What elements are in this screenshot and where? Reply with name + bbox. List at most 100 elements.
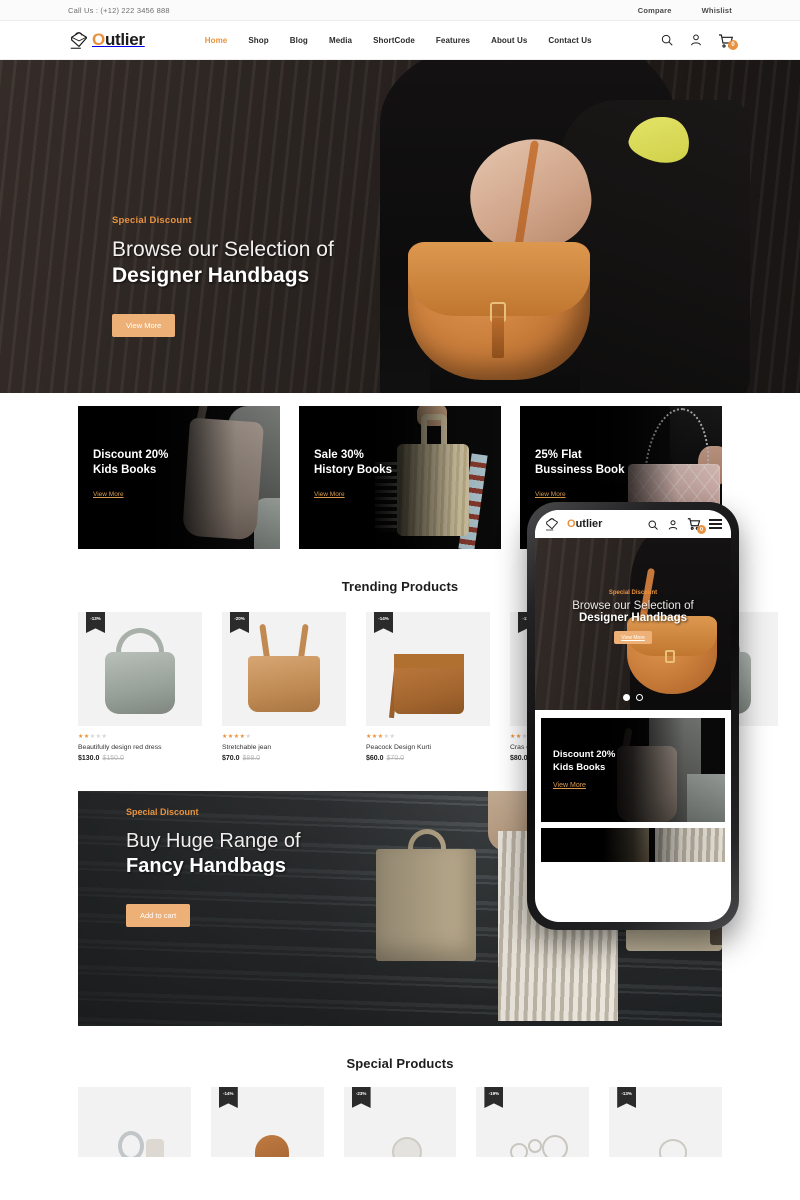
- product-card[interactable]: -13% ★★★★★ Beautifully design red dress …: [78, 612, 202, 762]
- promo-view-more-link[interactable]: View More: [314, 491, 345, 498]
- phone-hero-eyebrow: Special Discount: [608, 590, 658, 596]
- product-card[interactable]: -20% ★★★★★ Stretchable jean $70.0 $88.0: [222, 612, 346, 762]
- nav-item-shop[interactable]: Shop: [248, 36, 268, 45]
- hero-eyebrow: Special Discount: [112, 215, 192, 226]
- nav-item-media[interactable]: Media: [329, 36, 352, 45]
- product-thumbnail[interactable]: -13%: [78, 612, 202, 726]
- phone-screen: Outlier 0 Special Discount Browse our Se…: [535, 510, 731, 922]
- cart-count-badge: 0: [728, 40, 738, 50]
- product-thumbnail[interactable]: -20%: [222, 612, 346, 726]
- promo-title-line1: 25% Flat: [535, 449, 582, 461]
- promo-title-line1: Sale 30%: [314, 449, 364, 461]
- special-products-grid: -14% -23% -19% -13%: [0, 1071, 800, 1157]
- phone-promo-card[interactable]: Discount 20% Kids Books View More: [541, 718, 725, 822]
- phone-hero-line1: Browse our Selection of: [572, 600, 694, 612]
- promo-view-more-link[interactable]: View More: [535, 491, 566, 498]
- product-thumbnail[interactable]: -14%: [366, 612, 490, 726]
- banner-eyebrow: Special Discount: [126, 807, 199, 817]
- header-icon-group: 0: [660, 33, 738, 50]
- promo-title-line2: Bussiness Book: [535, 464, 625, 476]
- promo-card-history-books[interactable]: Sale 30% History Books View More: [299, 406, 501, 549]
- carousel-dots[interactable]: [535, 694, 731, 701]
- phone-hero-line2: Designer Handbags: [579, 612, 687, 624]
- banner-content: Special Discount Buy Huge Range of Fancy…: [126, 807, 301, 927]
- product-price: $70.0 $88.0: [222, 755, 346, 762]
- phone-search-icon[interactable]: [647, 518, 659, 530]
- logo-wordmark: Outlier: [92, 30, 145, 49]
- banner-headline-line2: Fancy Handbags: [126, 855, 287, 877]
- hero-content: Special Discount Browse our Selection of…: [112, 215, 334, 337]
- call-us-text: Call Us : (+12) 222 3456 888: [68, 5, 170, 15]
- phone-cart-count-badge: 0: [697, 525, 706, 534]
- phone-promo-view-more-link[interactable]: View More: [553, 782, 586, 789]
- compare-link[interactable]: Compare: [638, 6, 672, 15]
- discount-badge: -13%: [86, 612, 105, 633]
- discount-badge: -14%: [218, 1087, 238, 1108]
- discount-badge: -19%: [484, 1087, 504, 1108]
- rating-stars: ★★★★★: [222, 734, 252, 740]
- old-price: $150.0: [102, 755, 124, 762]
- phone-hero-carousel[interactable]: Special Discount Browse our Selection of…: [535, 538, 731, 710]
- special-products-title: Special Products: [346, 1056, 454, 1071]
- product-price: $60.0 $70.0: [366, 755, 490, 762]
- product-card[interactable]: -14% ★★★★★ Peacock Design Kurti $60.0 $70…: [366, 612, 490, 762]
- current-price: $60.0: [366, 755, 384, 762]
- phone-promo-line2: Kids Books: [553, 762, 606, 773]
- phone-mockup: Outlier 0 Special Discount Browse our Se…: [527, 502, 739, 930]
- nav-item-contact-us[interactable]: Contact Us: [548, 36, 591, 45]
- old-price: $70.0: [386, 755, 405, 762]
- wishlist-link[interactable]: Whislist: [702, 6, 732, 15]
- hero-banner: Special Discount Browse our Selection of…: [0, 60, 800, 393]
- phone-cart-icon[interactable]: 0: [687, 517, 706, 534]
- discount-badge: -14%: [374, 612, 393, 633]
- user-icon[interactable]: [689, 33, 703, 47]
- current-price: $130.0: [78, 755, 100, 762]
- nav-item-blog[interactable]: Blog: [290, 36, 308, 45]
- banner-add-to-cart-button[interactable]: Add to cart: [126, 904, 191, 927]
- phone-icon-group: 0: [647, 517, 722, 534]
- special-product-card[interactable]: -13%: [609, 1087, 722, 1157]
- phone-hero-view-more-button[interactable]: View More: [614, 631, 652, 644]
- hero-headline-line2: Designer Handbags: [112, 264, 310, 287]
- rating-stars: ★★★★★: [78, 734, 108, 740]
- top-bar: Call Us : (+12) 222 3456 888 Compare Whi…: [0, 0, 800, 21]
- promo-card-kids-books[interactable]: Discount 20% Kids Books View More: [78, 406, 280, 549]
- product-name: Stretchable jean: [222, 744, 272, 751]
- handbag-logo-icon: [68, 29, 90, 51]
- phone-logo-wordmark: Outlier: [567, 518, 603, 530]
- nav-item-about-us[interactable]: About Us: [491, 36, 527, 45]
- promo-title-line2: History Books: [314, 464, 392, 476]
- banner-headline-line1: Buy Huge Range of: [126, 830, 301, 852]
- nav-item-features[interactable]: Features: [436, 36, 470, 45]
- search-icon[interactable]: [660, 33, 674, 47]
- promo-view-more-link[interactable]: View More: [93, 491, 124, 498]
- phone-header: Outlier 0: [535, 510, 731, 538]
- product-price: $130.0 $150.0: [78, 755, 202, 762]
- promo-title-line1: Discount 20%: [93, 449, 169, 461]
- nav-item-home[interactable]: Home: [205, 36, 228, 45]
- special-product-card[interactable]: -23%: [343, 1087, 457, 1157]
- phone-promo-card-secondary[interactable]: [541, 828, 725, 862]
- current-price: $80.0: [510, 755, 528, 762]
- discount-badge: -23%: [351, 1087, 371, 1108]
- phone-hero-content: Special Discount Browse our Selection of…: [535, 590, 731, 644]
- hero-view-more-button[interactable]: View More: [112, 314, 176, 337]
- special-product-card[interactable]: [78, 1087, 191, 1157]
- hamburger-menu-icon[interactable]: [709, 517, 722, 531]
- carousel-dot-inactive[interactable]: [636, 694, 643, 701]
- special-product-card[interactable]: -19%: [476, 1087, 590, 1157]
- current-price: $70.0: [222, 755, 240, 762]
- site-logo[interactable]: Outlier: [68, 29, 145, 51]
- site-header: Outlier Home Shop Blog Media ShortCode F…: [0, 21, 800, 60]
- product-name: Beautifully design red dress: [78, 744, 162, 751]
- main-navigation: Home Shop Blog Media ShortCode Features …: [205, 36, 592, 45]
- cart-icon[interactable]: 0: [718, 33, 738, 50]
- product-name: Peacock Design Kurti: [366, 744, 431, 751]
- phone-promo-line1: Discount 20%: [553, 749, 616, 760]
- promo-title-line2: Kids Books: [93, 464, 157, 476]
- nav-item-shortcode[interactable]: ShortCode: [373, 36, 415, 45]
- phone-user-icon[interactable]: [667, 518, 679, 530]
- carousel-dot-active[interactable]: [623, 694, 630, 701]
- phone-handbag-logo-icon: [544, 516, 560, 532]
- special-product-card[interactable]: -14%: [210, 1087, 324, 1157]
